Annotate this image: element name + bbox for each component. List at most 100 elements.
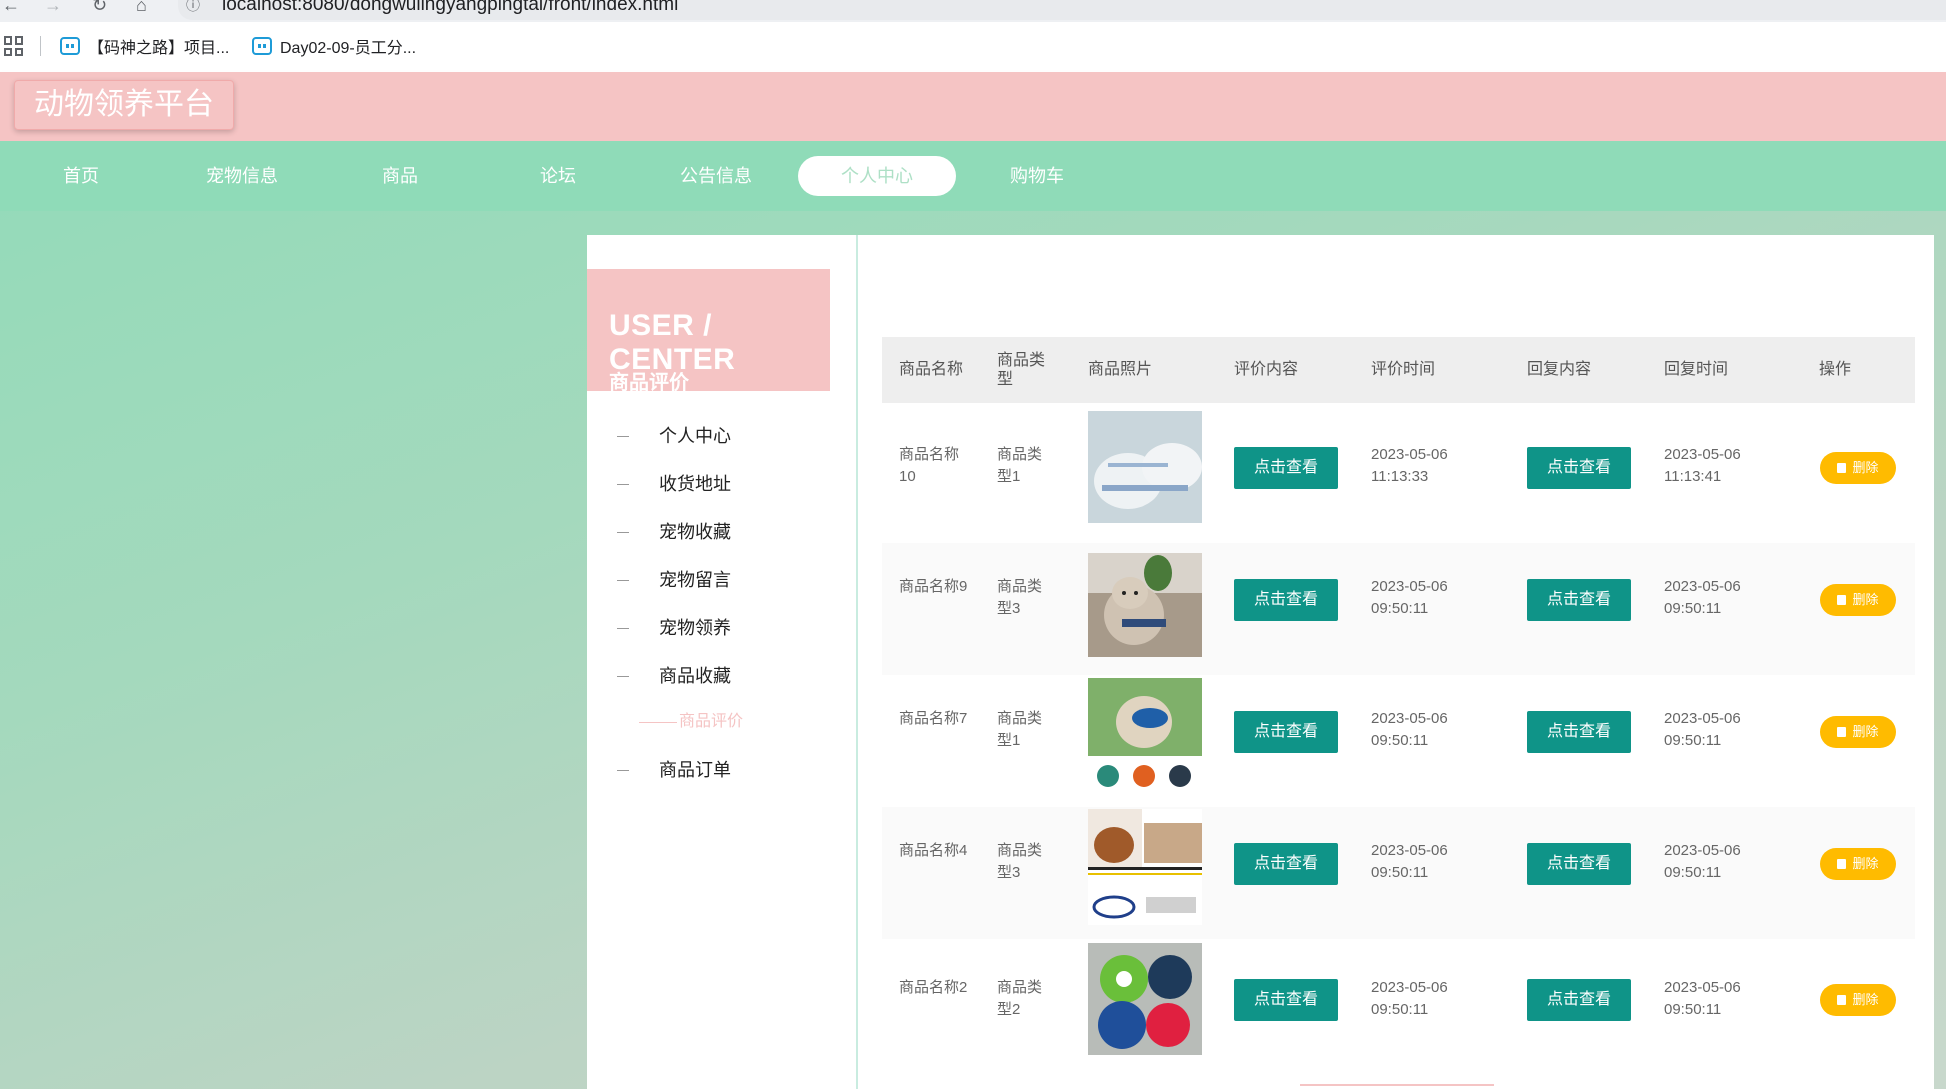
pagination-underline (1300, 1084, 1494, 1086)
goods-photo[interactable] (1088, 943, 1202, 1055)
goods-name: 商品名称2 (899, 979, 968, 996)
goods-name: 商品名称10 (899, 446, 960, 485)
sidebar-item-pet-favorites[interactable]: 宠物收藏 (617, 517, 731, 547)
table-row: 商品名称4 商品类型3 点击查看 2023-05-06 09:50:11 点击查… (882, 807, 1915, 939)
view-review-button[interactable]: 点击查看 (1234, 579, 1338, 621)
trash-icon (1837, 995, 1847, 1005)
goods-type: 商品类型3 (997, 578, 1043, 617)
sidebar-item-address[interactable]: 收货地址 (617, 469, 731, 499)
home-icon[interactable]: ⌂ (136, 0, 147, 14)
goods-type: 商品类型3 (997, 842, 1043, 881)
site-logo[interactable]: 动物领养平台 (14, 80, 234, 130)
goods-type: 商品类型1 (997, 710, 1043, 749)
sidebar-item-label: 宠物留言 (659, 570, 731, 590)
goods-type: 商品类型2 (997, 979, 1043, 1018)
url-text[interactable]: localhost:8080/dongwulingyangpingtai/fro… (222, 0, 678, 16)
reply-time: 2023-05-06 09:50:11 (1664, 842, 1741, 881)
delete-button[interactable]: 删除 (1820, 716, 1896, 748)
site-info-icon[interactable]: ⓘ (186, 0, 200, 12)
goods-type: 商品类型1 (997, 446, 1043, 485)
sidebar-item-label: 个人中心 (659, 426, 731, 446)
view-review-button[interactable]: 点击查看 (1234, 979, 1338, 1021)
reply-time: 2023-05-06 09:50:11 (1664, 578, 1741, 617)
bookmarks-bar: 【码神之路】项目... Day02-09-员工分... (0, 22, 1946, 72)
apps-grid-icon[interactable] (4, 36, 24, 56)
sidebar-item-goods-orders[interactable]: 商品订单 (617, 755, 731, 785)
goods-name: 商品名称7 (899, 710, 968, 727)
reply-time: 2023-05-06 09:50:11 (1664, 710, 1741, 749)
header-cell: 商品类型 (997, 352, 1046, 388)
view-review-button[interactable]: 点击查看 (1234, 447, 1338, 489)
sidebar-item-pet-messages[interactable]: 宠物留言 (617, 565, 731, 595)
trash-icon (1837, 463, 1847, 473)
goods-photo[interactable] (1088, 411, 1202, 523)
forward-icon[interactable]: → (44, 0, 62, 14)
reply-time: 2023-05-06 11:13:41 (1664, 446, 1741, 485)
delete-button[interactable]: 删除 (1820, 452, 1896, 484)
sidebar-item-label: 商品收藏 (659, 666, 731, 686)
back-icon[interactable]: ← (2, 0, 20, 14)
bookmark-separator (40, 36, 41, 56)
table-row: 商品名称2 商品类型2 点击查看 2023-05-06 09:50:11 点击查… (882, 939, 1915, 1071)
view-review-button[interactable]: 点击查看 (1234, 711, 1338, 753)
view-reply-button[interactable]: 点击查看 (1527, 579, 1631, 621)
nav-pet-info[interactable]: 宠物信息 (163, 156, 321, 196)
view-review-button[interactable]: 点击查看 (1234, 843, 1338, 885)
sidebar-item-user-center[interactable]: 个人中心 (617, 421, 731, 451)
goods-name: 商品名称9 (899, 578, 968, 595)
sidebar-item-goods-reviews[interactable]: 商品评价 (639, 707, 743, 737)
site-header: 动物领养平台 (0, 72, 1946, 141)
goods-photo[interactable] (1088, 678, 1202, 790)
goods-photo[interactable] (1088, 809, 1202, 925)
reply-time: 2023-05-06 09:50:11 (1664, 979, 1741, 1018)
sidebar-subtitle: 商品评价 (609, 372, 689, 394)
view-reply-button[interactable]: 点击查看 (1527, 979, 1631, 1021)
goods-name: 商品名称4 (899, 842, 968, 859)
view-reply-button[interactable]: 点击查看 (1527, 843, 1631, 885)
goods-photo[interactable] (1088, 553, 1202, 657)
sidebar-item-label: 宠物领养 (659, 618, 731, 638)
trash-icon (1837, 727, 1847, 737)
sidebar-item-label: 收货地址 (659, 474, 731, 494)
sidebar-header: USER / CENTER 商品评价 (587, 269, 830, 394)
delete-button[interactable]: 删除 (1820, 984, 1896, 1016)
trash-icon (1837, 595, 1847, 605)
header-cell: 商品照片 (1088, 361, 1153, 378)
header-cell: 回复内容 (1527, 361, 1592, 378)
sidebar-item-label: 商品订单 (659, 760, 731, 780)
sidebar-item-goods-favorites[interactable]: 商品收藏 (617, 661, 731, 691)
table-header: 商品名称 商品类型 商品照片 评价内容 评价时间 回复内容 回复时间 操作 (882, 337, 1915, 403)
nav-forum[interactable]: 论坛 (479, 156, 637, 196)
delete-label: 删除 (1852, 724, 1879, 739)
eval-time: 2023-05-06 11:13:33 (1371, 446, 1448, 485)
header-cell: 评价时间 (1371, 361, 1436, 378)
header-cell: 操作 (1819, 361, 1852, 378)
nav-user-center[interactable]: 个人中心 (798, 156, 956, 196)
delete-label: 删除 (1852, 460, 1879, 475)
table-row: 商品名称10 商品类型1 点击查看 2023-05-06 11:13:33 点击… (882, 411, 1915, 543)
delete-button[interactable]: 删除 (1820, 584, 1896, 616)
sidebar-item-label: 宠物收藏 (659, 522, 731, 542)
nav-notice[interactable]: 公告信息 (637, 156, 795, 196)
review-table-panel: 商品名称 商品类型 商品照片 评价内容 评价时间 回复内容 回复时间 操作 商品… (856, 235, 1934, 1089)
bookmark-label: 【码神之路】项目... (88, 40, 230, 57)
reload-icon[interactable]: ↻ (92, 0, 107, 14)
table-row: 商品名称9 商品类型3 点击查看 2023-05-06 09:50:11 点击查… (882, 543, 1915, 675)
view-reply-button[interactable]: 点击查看 (1527, 447, 1631, 489)
sidebar-item-label: 商品评价 (679, 713, 744, 730)
nav-cart[interactable]: 购物车 (958, 156, 1116, 196)
delete-label: 删除 (1852, 856, 1879, 871)
eval-time: 2023-05-06 09:50:11 (1371, 710, 1448, 749)
nav-goods[interactable]: 商品 (321, 156, 479, 196)
sidebar-item-pet-adoption[interactable]: 宠物领养 (617, 613, 731, 643)
bookmark-item[interactable]: 【码神之路】项目... (60, 34, 229, 58)
delete-button[interactable]: 删除 (1820, 848, 1896, 880)
header-cell: 商品名称 (899, 361, 964, 378)
view-reply-button[interactable]: 点击查看 (1527, 711, 1631, 753)
bookmark-item[interactable]: Day02-09-员工分... (252, 34, 416, 58)
eval-time: 2023-05-06 09:50:11 (1371, 842, 1448, 881)
delete-label: 删除 (1852, 592, 1879, 607)
browser-toolbar: ← → ↻ ⌂ ⓘ localhost:8080/dongwulingyangp… (0, 0, 1946, 22)
nav-home[interactable]: 首页 (2, 156, 160, 196)
eval-time: 2023-05-06 09:50:11 (1371, 979, 1448, 1018)
